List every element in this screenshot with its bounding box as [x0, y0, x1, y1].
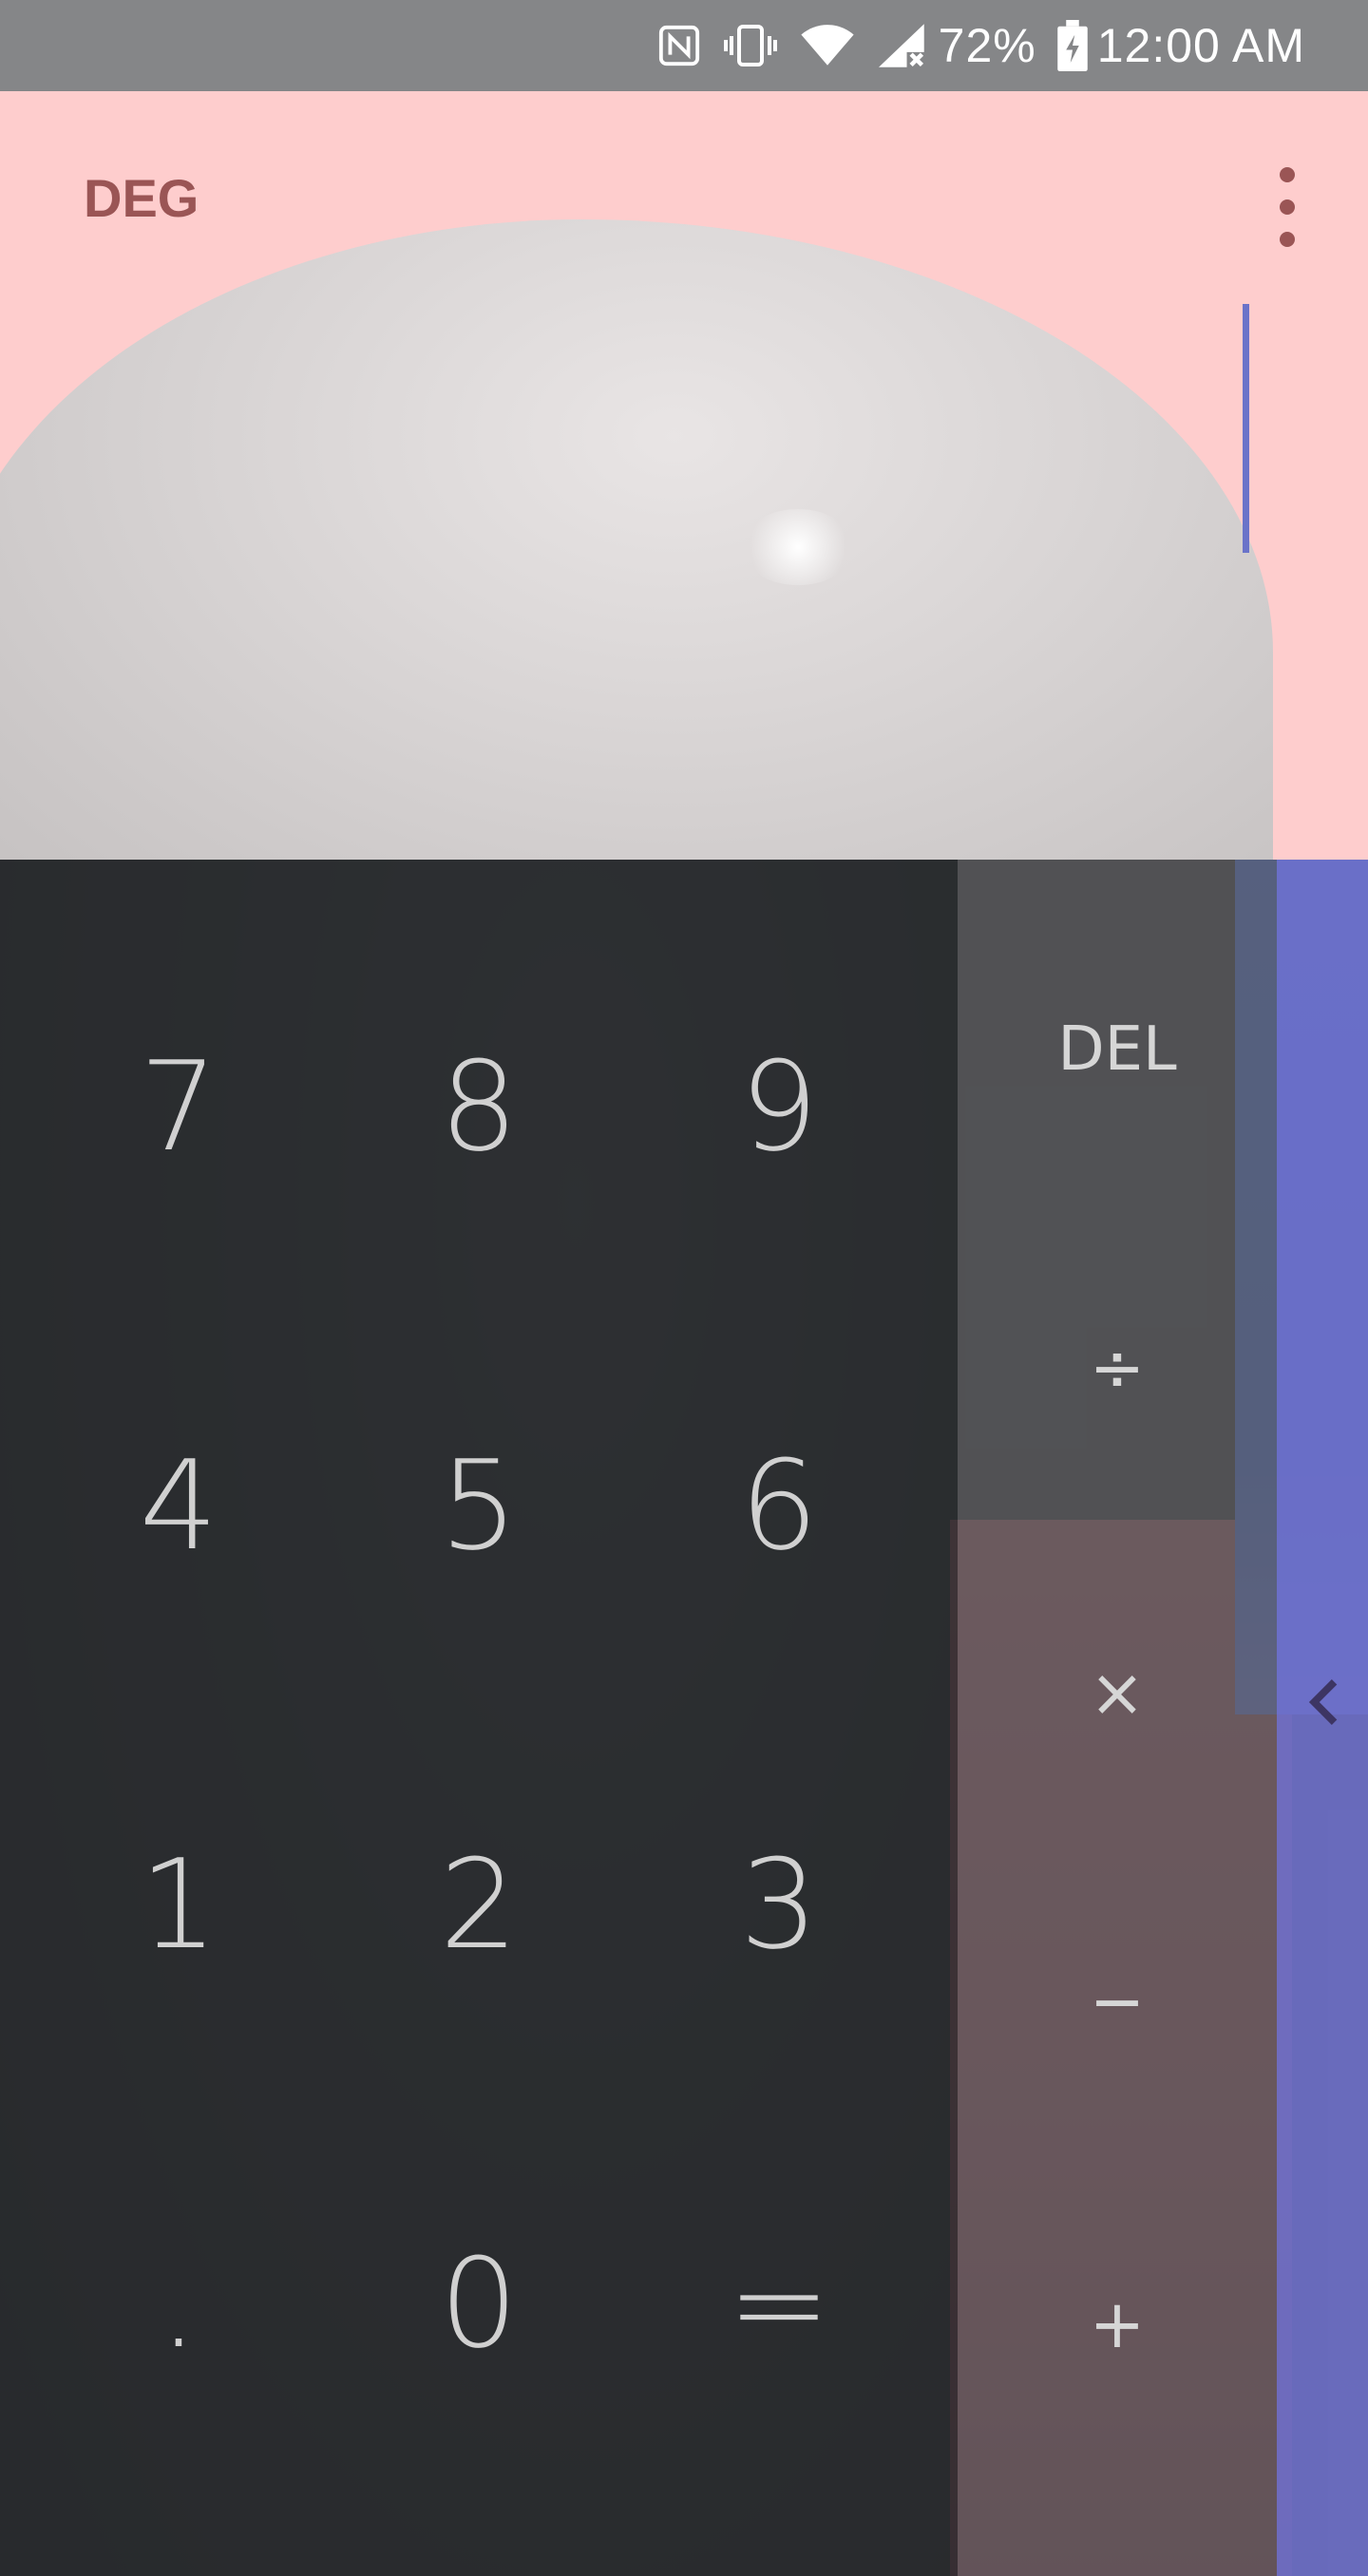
equals-button[interactable]: = [629, 2104, 929, 2503]
digit-8-button[interactable]: 8 [329, 907, 629, 1306]
digit-0-button[interactable]: 0 [329, 2104, 629, 2503]
decimal-point-button[interactable]: . [28, 2104, 329, 2503]
digit-6-button[interactable]: 6 [629, 1306, 929, 1705]
digit-2-button[interactable]: 2 [329, 1705, 629, 2104]
digit-3-button[interactable]: 3 [629, 1705, 929, 2104]
delete-button[interactable]: DEL [958, 893, 1277, 1206]
wifi-icon [800, 17, 855, 74]
clock: 12:00 AM [1096, 19, 1305, 72]
calculator-screen: 72% 12:00 AM DEG 7 8 9 4 5 6 1 2 3 . 0 =… [0, 0, 1368, 2576]
divide-button[interactable]: ÷ [958, 1211, 1277, 1525]
digit-4-button[interactable]: 4 [28, 1306, 329, 1705]
digit-7-button[interactable]: 7 [28, 907, 329, 1306]
plus-button[interactable]: + [958, 2168, 1277, 2481]
digit-5-button[interactable]: 5 [329, 1306, 629, 1705]
text-cursor [1243, 304, 1249, 553]
vibrate-icon [722, 17, 779, 74]
status-bar: 72% 12:00 AM [0, 0, 1368, 91]
digit-9-button[interactable]: 9 [629, 907, 929, 1306]
chevron-left-icon[interactable] [1290, 1664, 1357, 1740]
nfc-icon [657, 17, 701, 74]
multiply-button[interactable]: × [958, 1536, 1277, 1849]
angle-mode-toggle[interactable]: DEG [84, 167, 199, 229]
battery-charging-icon [1056, 17, 1088, 74]
signal-icon [876, 17, 929, 74]
calculator-display[interactable]: DEG [0, 91, 1368, 860]
wallpaper-highlight [741, 509, 855, 585]
more-vert-icon[interactable] [1264, 160, 1311, 255]
battery-percent: 72% [938, 19, 1036, 72]
minus-button[interactable]: − [958, 1845, 1277, 2158]
digit-1-button[interactable]: 1 [28, 1705, 329, 2104]
wallpaper-helmet [0, 219, 1273, 860]
